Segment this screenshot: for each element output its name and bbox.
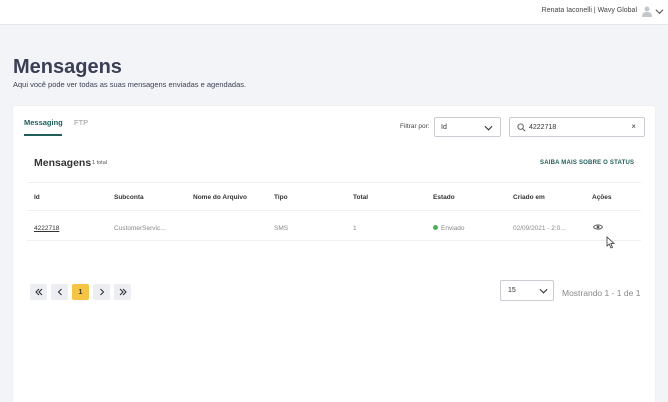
chevron-right-icon [99,288,104,296]
chevron-left-icon [57,288,62,296]
column-header-total[interactable]: Total [353,194,368,201]
row-tipo: SMS [274,225,289,232]
column-header-id[interactable]: Id [34,194,40,201]
table-header-divider [27,210,641,211]
status-dot-icon [433,225,438,230]
filter-select[interactable]: Id [434,117,501,137]
chevron-down-icon [539,288,548,294]
double-chevron-right-icon [119,288,127,296]
page-title: Mensagens [13,56,122,78]
per-page-select[interactable]: 15 [500,280,554,301]
first-page-button[interactable] [30,284,47,300]
messages-card: Messaging FTP Filtrar por: Id × Mensagen… [13,106,655,402]
section-title: Mensagens [34,157,92,169]
column-header-acoes: Ações [592,194,612,201]
per-page-value: 15 [508,287,516,294]
current-page-button[interactable]: 1 [72,284,89,300]
last-page-button[interactable] [114,284,131,300]
top-bar: Renata Iaconelli | Wavy Global [0,0,668,25]
previous-page-button[interactable] [51,284,68,300]
row-estado-label: Enviado [441,225,465,232]
row-estado: Enviado [433,225,465,232]
double-chevron-left-icon [34,288,42,296]
row-subconta: CustomerServic... [114,225,166,232]
status-info-link[interactable]: SAIBA MAIS SOBRE O STATUS [540,160,634,166]
page-subtitle: Aqui você pode ver todas as suas mensage… [13,80,247,89]
column-header-estado[interactable]: Estado [433,194,455,201]
row-criado: 02/09/2021 - 2:0... [513,225,566,232]
user-label[interactable]: Renata Iaconelli | Wavy Global [542,7,637,14]
row-id-link[interactable]: 4222718 [34,225,59,232]
next-page-button[interactable] [93,284,110,300]
showing-count: Mostrando 1 - 1 de 1 [562,288,641,298]
search-icon [517,123,526,132]
chevron-down-icon[interactable] [655,7,664,16]
mouse-cursor-icon [606,236,615,249]
total-count: 1 total [92,160,107,166]
active-tab-indicator [24,134,62,136]
search-input[interactable] [529,121,624,134]
chevron-down-icon [484,125,493,131]
clear-search-icon[interactable]: × [631,122,636,131]
filter-label: Filtrar por: [400,123,430,130]
search-box: × [509,117,645,137]
row-total: 1 [353,225,357,232]
column-header-tipo[interactable]: Tipo [274,194,288,201]
filter-selected-value: Id [441,124,447,131]
eye-icon[interactable] [593,223,603,231]
user-avatar-icon[interactable] [642,6,652,17]
tab-ftp[interactable]: FTP [74,118,88,127]
tab-messaging[interactable]: Messaging [24,118,63,127]
table-top-divider [27,182,641,183]
column-header-criado[interactable]: Criado em [513,194,545,201]
column-header-arquivo[interactable]: Nome do Arquivo [193,194,247,201]
column-header-subconta[interactable]: Subconta [114,194,144,201]
table-row-divider [27,240,641,241]
